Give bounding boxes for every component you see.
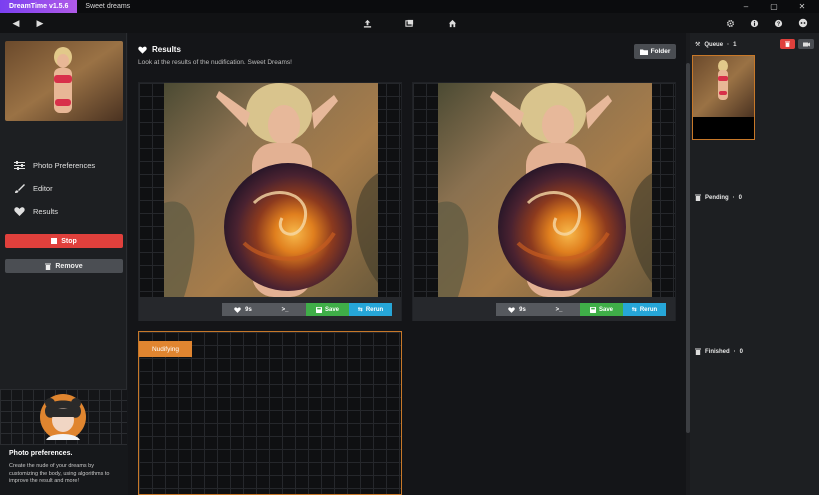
promo-panel: Photo preferences. Create the nude of yo… bbox=[0, 389, 127, 495]
document-title: Sweet dreams bbox=[85, 3, 131, 10]
svg-text:?: ? bbox=[776, 21, 779, 27]
save-button[interactable]: Save bbox=[580, 303, 623, 316]
results-page: Results Look at the results of the nudif… bbox=[128, 33, 686, 495]
upload-icon[interactable] bbox=[357, 13, 377, 33]
separator: · bbox=[732, 194, 735, 201]
trash-icon bbox=[45, 263, 52, 270]
trash-icon bbox=[785, 41, 790, 47]
maximize-button[interactable]: ▢ bbox=[760, 0, 788, 13]
rerun-button[interactable]: ⇆ Rerun bbox=[623, 303, 666, 316]
rerun-button-label: Rerun bbox=[365, 306, 384, 313]
terminal-icon: >_ bbox=[555, 306, 563, 313]
result-action-bar: 9s >_ Save ⇆ Rerun bbox=[413, 297, 675, 321]
queue-icon: ⚒ bbox=[695, 42, 701, 48]
stop-icon bbox=[51, 238, 58, 244]
nav-bar: ◀ ▶ ? bbox=[0, 13, 819, 33]
queue-panel: ⚒ Queue · 1 Pending · 0 Finished · 0 bbox=[690, 33, 819, 495]
brush-icon bbox=[15, 184, 25, 193]
sidebar-item-photo-preferences[interactable]: Photo Preferences bbox=[14, 161, 95, 170]
queue-count: 1 bbox=[733, 41, 737, 48]
save-button-label: Save bbox=[598, 306, 613, 313]
trash-icon bbox=[695, 348, 701, 355]
remove-button[interactable]: Remove bbox=[5, 259, 123, 273]
home-icon[interactable] bbox=[442, 13, 462, 33]
result-card: 9s >_ Save ⇆ Rerun bbox=[138, 82, 402, 321]
remove-button-label: Remove bbox=[55, 262, 83, 270]
queue-item-thumbnail[interactable] bbox=[692, 55, 755, 140]
trash-icon bbox=[695, 194, 701, 201]
page-title-text: Results bbox=[152, 45, 181, 54]
settings-icon[interactable] bbox=[720, 13, 740, 33]
source-photo-thumbnail[interactable] bbox=[5, 41, 123, 121]
gallery-icon[interactable] bbox=[399, 13, 419, 33]
sidebar-item-editor[interactable]: Editor bbox=[14, 184, 53, 193]
result-action-bar: 9s >_ Save ⇆ Rerun bbox=[139, 297, 401, 321]
result-photo[interactable] bbox=[164, 83, 378, 297]
terminal-icon: >_ bbox=[281, 306, 289, 313]
promo-title: Photo preferences. bbox=[9, 450, 73, 457]
folder-button[interactable]: Folder bbox=[634, 44, 676, 59]
heart-icon bbox=[508, 306, 515, 313]
heart-icon bbox=[14, 207, 25, 216]
mascot-avatar-icon bbox=[40, 394, 86, 440]
page-subtitle: Look at the results of the nudification.… bbox=[138, 59, 292, 66]
save-button-label: Save bbox=[324, 306, 339, 313]
close-button[interactable]: ✕ bbox=[788, 0, 816, 13]
heart-icon bbox=[234, 306, 241, 313]
sidebar: Photo Preferences Editor Results Stop Re… bbox=[0, 33, 127, 495]
separator: · bbox=[727, 41, 730, 48]
nudifying-badge: Nudifying bbox=[139, 341, 192, 357]
minimize-button[interactable]: – bbox=[732, 0, 760, 13]
finished-count: 0 bbox=[739, 348, 744, 355]
sidebar-item-results[interactable]: Results bbox=[14, 207, 58, 216]
camera-icon bbox=[802, 42, 810, 46]
like-time-label: 9s bbox=[245, 306, 252, 313]
save-icon bbox=[315, 306, 322, 313]
finished-label: Finished bbox=[705, 348, 730, 355]
rerun-icon: ⇆ bbox=[631, 307, 637, 313]
rerun-button[interactable]: ⇆ Rerun bbox=[349, 303, 392, 316]
page-title: Results bbox=[138, 45, 181, 54]
result-card: 9s >_ Save ⇆ Rerun bbox=[412, 82, 676, 321]
sidebar-item-label: Results bbox=[33, 207, 59, 216]
info-icon[interactable] bbox=[744, 13, 764, 33]
pending-header: Pending · 0 bbox=[695, 194, 742, 201]
nudifying-card: Nudifying bbox=[138, 331, 402, 495]
promo-banner bbox=[0, 389, 127, 445]
like-button[interactable]: 9s bbox=[222, 303, 264, 316]
promo-description: Create the nude of your dreams by custom… bbox=[9, 463, 110, 484]
title-bar: DreamTime v1.5.6 Sweet dreams – ▢ ✕ bbox=[0, 0, 819, 13]
back-icon[interactable]: ◀ bbox=[6, 13, 26, 33]
help-icon[interactable]: ? bbox=[768, 13, 788, 33]
folder-button-label: Folder bbox=[650, 48, 671, 55]
toggle-queue-button[interactable] bbox=[798, 39, 814, 49]
terminal-button[interactable]: >_ bbox=[264, 303, 306, 316]
separator: · bbox=[733, 348, 736, 355]
pending-count: 0 bbox=[738, 194, 743, 201]
rerun-icon: ⇆ bbox=[357, 307, 363, 313]
stop-button[interactable]: Stop bbox=[5, 234, 123, 248]
save-button[interactable]: Save bbox=[306, 303, 349, 316]
app-name-badge: DreamTime v1.5.6 bbox=[0, 0, 78, 13]
sidebar-item-label: Photo Preferences bbox=[33, 161, 96, 170]
queue-label: Queue bbox=[704, 41, 724, 48]
sidebar-item-label: Editor bbox=[33, 184, 53, 193]
finished-header: Finished · 0 bbox=[695, 348, 743, 355]
queue-header: ⚒ Queue · 1 bbox=[695, 41, 737, 49]
result-photo[interactable] bbox=[438, 83, 652, 297]
mascot-icon[interactable] bbox=[793, 13, 813, 33]
like-button[interactable]: 9s bbox=[496, 303, 538, 316]
clear-queue-button[interactable] bbox=[780, 39, 795, 49]
rerun-button-label: Rerun bbox=[639, 306, 658, 313]
like-time-label: 9s bbox=[519, 306, 526, 313]
save-icon bbox=[589, 306, 596, 313]
heart-icon bbox=[138, 46, 147, 54]
stop-button-label: Stop bbox=[61, 237, 77, 245]
pending-label: Pending bbox=[705, 194, 729, 201]
terminal-button[interactable]: >_ bbox=[538, 303, 580, 316]
folder-icon bbox=[639, 49, 648, 55]
sliders-icon bbox=[14, 161, 25, 170]
forward-icon[interactable]: ▶ bbox=[30, 13, 50, 33]
